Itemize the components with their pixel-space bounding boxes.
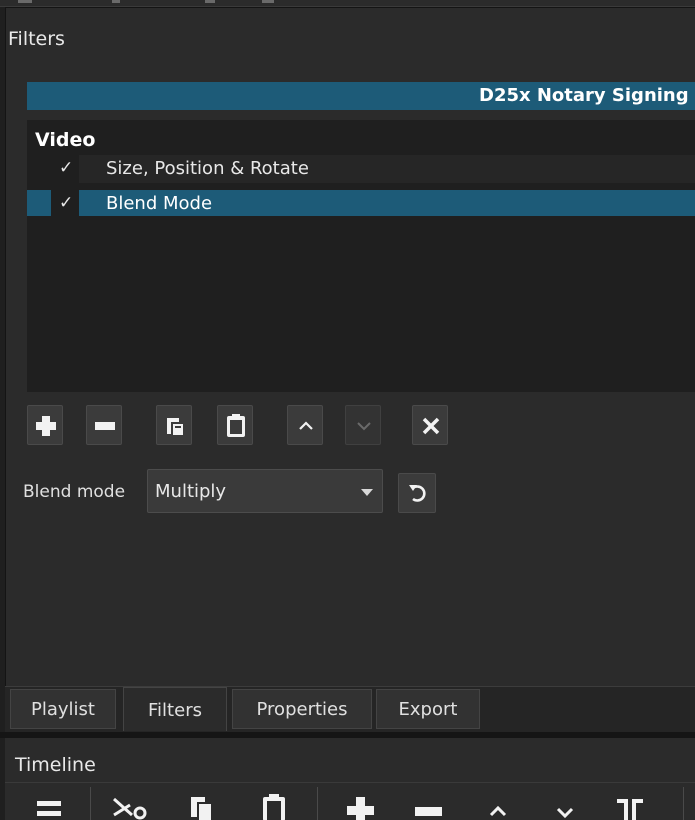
filter-name: Blend Mode	[106, 193, 213, 214]
filter-enabled-checkbox[interactable]: ✓	[59, 158, 73, 178]
toolbar-separator	[683, 787, 684, 820]
menu-icon[interactable]	[33, 791, 65, 820]
minus-icon	[95, 422, 115, 430]
add-filter-button[interactable]	[27, 405, 63, 445]
tab-export[interactable]: Export	[376, 689, 480, 729]
blend-mode-label: Blend mode	[23, 482, 126, 502]
remove-filter-button[interactable]	[86, 405, 122, 445]
copy-filters-button[interactable]	[156, 405, 192, 445]
clip-name-bar: D25x Notary Signing	[27, 82, 695, 110]
dock-tab-bar: Playlist Filters Properties Export	[5, 686, 695, 732]
close-icon	[422, 417, 440, 435]
filter-row-blend-mode[interactable]: ✓ Blend Mode	[27, 190, 695, 218]
top-strip	[0, 0, 695, 7]
clip-name: D25x Notary Signing	[479, 85, 689, 106]
overwrite-icon[interactable]	[550, 791, 580, 820]
paste-icon[interactable]	[257, 791, 291, 820]
toolbar-separator	[90, 787, 91, 820]
split-icon[interactable]	[613, 791, 647, 820]
selection-marker	[27, 190, 51, 216]
copy-icon[interactable]	[185, 791, 217, 820]
paste-filters-button[interactable]	[217, 405, 253, 445]
tab-filters[interactable]: Filters	[123, 687, 227, 731]
filter-group-header: Video	[35, 129, 96, 151]
chevron-up-icon	[299, 421, 313, 430]
filter-name: Size, Position & Rotate	[106, 158, 309, 179]
timeline-dock: Timeline	[5, 738, 695, 820]
plus-icon	[36, 416, 56, 436]
paste-icon	[227, 414, 245, 437]
filter-enabled-checkbox[interactable]: ✓	[59, 193, 73, 213]
timeline-toolbar	[5, 782, 695, 820]
cut-icon[interactable]	[110, 791, 150, 820]
blend-mode-value: Multiply	[155, 481, 227, 502]
blend-mode-select[interactable]: Multiply	[147, 469, 383, 513]
toolbar-separator	[317, 787, 318, 820]
append-icon[interactable]	[342, 791, 378, 820]
remove-icon[interactable]	[410, 791, 446, 820]
top-strip-mark	[205, 0, 215, 3]
move-filter-up-button[interactable]	[287, 405, 323, 445]
reset-blend-mode-button[interactable]	[398, 473, 436, 513]
move-filter-down-button[interactable]	[345, 405, 381, 445]
tab-properties[interactable]: Properties	[232, 689, 372, 729]
filter-list[interactable]: Video ✓ Size, Position & Rotate ✓ Blend …	[27, 120, 695, 392]
deselect-filter-button[interactable]	[412, 405, 448, 445]
top-strip-mark	[112, 0, 120, 3]
top-strip-mark	[262, 0, 274, 3]
dropdown-arrow-icon	[361, 489, 373, 496]
timeline-title: Timeline	[15, 754, 96, 776]
panel-title: Filters	[8, 28, 65, 50]
tab-playlist[interactable]: Playlist	[10, 689, 116, 729]
reset-icon	[409, 485, 426, 502]
top-strip-mark	[18, 0, 32, 3]
lift-icon[interactable]	[483, 791, 513, 820]
chevron-down-icon	[357, 422, 371, 431]
copy-icon	[167, 418, 185, 437]
filter-row-size-position-rotate[interactable]: ✓ Size, Position & Rotate	[27, 155, 695, 183]
